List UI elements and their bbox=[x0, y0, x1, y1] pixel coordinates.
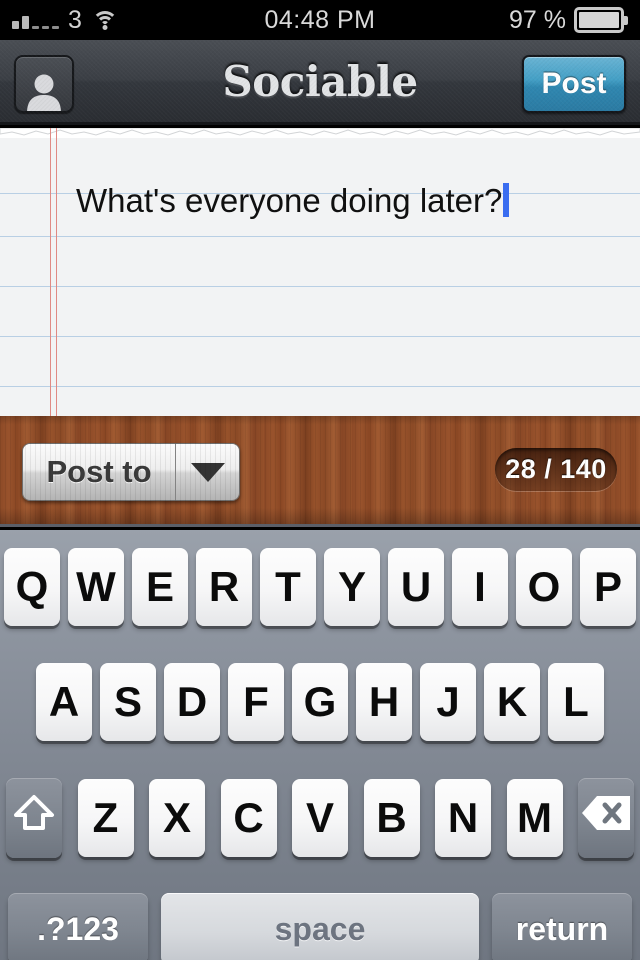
key-a[interactable]: A bbox=[36, 663, 92, 741]
key-y[interactable]: Y bbox=[324, 548, 380, 626]
keyboard-row-2: A S D F G H J K L bbox=[0, 663, 640, 741]
navigation-bar: Sociable Post bbox=[0, 40, 640, 125]
key-g[interactable]: G bbox=[292, 663, 348, 741]
space-key[interactable]: space bbox=[161, 893, 479, 960]
key-p[interactable]: P bbox=[580, 548, 636, 626]
key-e[interactable]: E bbox=[132, 548, 188, 626]
return-key[interactable]: return bbox=[492, 893, 632, 960]
key-h[interactable]: H bbox=[356, 663, 412, 741]
app-root: 3 04:48 PM 97 % Sociable Post What's eve… bbox=[0, 0, 640, 960]
key-o[interactable]: O bbox=[516, 548, 572, 626]
key-q[interactable]: Q bbox=[4, 548, 60, 626]
post-to-button[interactable]: Post to bbox=[22, 443, 240, 501]
status-bar-right: 97 % bbox=[509, 6, 628, 35]
key-b[interactable]: B bbox=[363, 779, 420, 857]
char-counter-badge: 28 / 140 bbox=[495, 448, 617, 491]
keyboard-row-1: Q W E R T Y U I O P bbox=[0, 548, 640, 626]
chevron-down-icon bbox=[190, 462, 225, 482]
key-j[interactable]: J bbox=[420, 663, 476, 741]
backspace-delete-icon bbox=[580, 794, 632, 842]
key-t[interactable]: T bbox=[260, 548, 316, 626]
key-z[interactable]: Z bbox=[77, 779, 134, 857]
post-to-label[interactable]: Post to bbox=[23, 444, 175, 500]
composer-toolbar: Post to 28 / 140 bbox=[0, 416, 640, 527]
key-i[interactable]: I bbox=[452, 548, 508, 626]
note-paper[interactable]: What's everyone doing later? bbox=[0, 128, 640, 416]
post-to-dropdown-button[interactable] bbox=[175, 444, 239, 500]
key-c[interactable]: C bbox=[220, 779, 277, 857]
keyboard-row-3: Z X C V B N M bbox=[0, 778, 640, 858]
composer-text-value: What's everyone doing later? bbox=[76, 182, 503, 219]
text-caret bbox=[503, 183, 510, 217]
key-n[interactable]: N bbox=[435, 779, 491, 857]
shift-arrow-icon bbox=[12, 791, 56, 845]
shift-key[interactable] bbox=[6, 778, 62, 858]
post-button[interactable]: Post bbox=[522, 55, 626, 113]
key-k[interactable]: K bbox=[484, 663, 540, 741]
key-w[interactable]: W bbox=[68, 548, 124, 626]
keyboard-row-4: .?123 space return bbox=[0, 893, 640, 960]
key-r[interactable]: R bbox=[196, 548, 252, 626]
backspace-key[interactable] bbox=[578, 778, 634, 858]
key-v[interactable]: V bbox=[292, 779, 348, 857]
status-bar: 3 04:48 PM 97 % bbox=[0, 0, 640, 40]
composer-text[interactable]: What's everyone doing later? bbox=[76, 183, 616, 217]
on-screen-keyboard[interactable]: Q W E R T Y U I O P A S D F G H J K L Z … bbox=[0, 530, 640, 960]
key-d[interactable]: D bbox=[164, 663, 220, 741]
key-u[interactable]: U bbox=[388, 548, 444, 626]
key-l[interactable]: L bbox=[548, 663, 604, 741]
battery-percent-label: 97 % bbox=[509, 5, 566, 34]
key-x[interactable]: X bbox=[149, 779, 205, 857]
key-f[interactable]: F bbox=[228, 663, 284, 741]
battery-icon bbox=[574, 7, 628, 33]
key-m[interactable]: M bbox=[506, 779, 563, 857]
paper-rule-lines bbox=[0, 128, 640, 416]
key-s[interactable]: S bbox=[100, 663, 156, 741]
numbers-key[interactable]: .?123 bbox=[8, 893, 148, 960]
